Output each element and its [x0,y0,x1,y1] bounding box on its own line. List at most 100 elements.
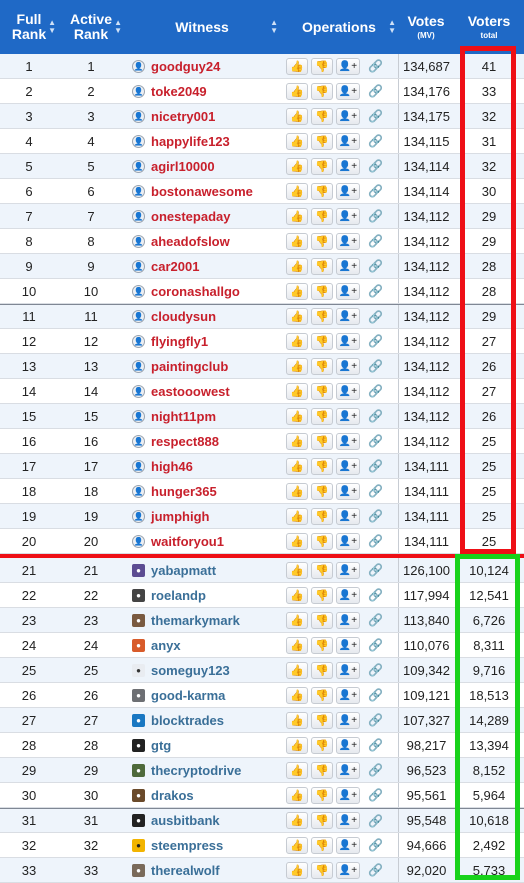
approve-button[interactable]: 👍 [286,507,308,525]
column-witness[interactable]: Witness ▲ ▼ [124,0,280,54]
witness-name-link[interactable]: respect888 [151,434,219,449]
unapprove-button[interactable]: 👎 [311,308,333,325]
witness-name-link[interactable]: yabapmatt [151,563,216,578]
approve-button[interactable]: 👍 [286,761,308,779]
witness-name-link[interactable]: ausbitbank [151,813,220,828]
link-icon[interactable]: 🔗 [368,713,383,727]
link-icon[interactable]: 🔗 [368,359,383,373]
proxy-button[interactable]: 👤+ [336,736,360,754]
approve-button[interactable]: 👍 [286,282,308,300]
approve-button[interactable]: 👍 [286,132,308,150]
unapprove-button[interactable]: 👎 [311,836,333,854]
approve-button[interactable]: 👍 [286,736,308,754]
witness-name-link[interactable]: someguy123 [151,663,230,678]
approve-button[interactable]: 👍 [286,157,308,175]
unapprove-button[interactable]: 👎 [311,736,333,754]
proxy-button[interactable]: 👤+ [336,457,360,475]
witness-name-link[interactable]: gtg [151,738,171,753]
proxy-button[interactable]: 👤+ [336,636,360,654]
link-icon[interactable]: 🔗 [368,84,383,98]
proxy-button[interactable]: 👤+ [336,432,360,450]
approve-button[interactable]: 👍 [286,107,308,125]
unapprove-button[interactable]: 👎 [311,82,333,100]
approve-button[interactable]: 👍 [286,182,308,200]
unapprove-button[interactable]: 👎 [311,711,333,729]
witness-name-link[interactable]: bostonawesome [151,184,253,199]
link-icon[interactable]: 🔗 [368,638,383,652]
sort-arrows-icon[interactable]: ▲ ▼ [114,19,122,35]
unapprove-button[interactable]: 👎 [311,661,333,679]
unapprove-button[interactable]: 👎 [311,507,333,525]
approve-button[interactable]: 👍 [286,457,308,475]
proxy-button[interactable]: 👤+ [336,207,360,225]
approve-button[interactable]: 👍 [286,207,308,225]
proxy-button[interactable]: 👤+ [336,661,360,679]
proxy-button[interactable]: 👤+ [336,532,360,550]
witness-name-link[interactable]: eastooowest [151,384,230,399]
unapprove-button[interactable]: 👎 [311,786,333,804]
link-icon[interactable]: 🔗 [368,738,383,752]
proxy-button[interactable]: 👤+ [336,507,360,525]
witness-name-link[interactable]: cloudysun [151,309,216,324]
unapprove-button[interactable]: 👎 [311,157,333,175]
unapprove-button[interactable]: 👎 [311,232,333,250]
unapprove-button[interactable]: 👎 [311,207,333,225]
proxy-button[interactable]: 👤+ [336,812,360,829]
witness-name-link[interactable]: nicetry001 [151,109,215,124]
proxy-button[interactable]: 👤+ [336,761,360,779]
approve-button[interactable]: 👍 [286,861,308,879]
link-icon[interactable]: 🔗 [368,838,383,852]
proxy-button[interactable]: 👤+ [336,332,360,350]
link-icon[interactable]: 🔗 [368,663,383,677]
proxy-button[interactable]: 👤+ [336,107,360,125]
proxy-button[interactable]: 👤+ [336,861,360,879]
unapprove-button[interactable]: 👎 [311,482,333,500]
link-icon[interactable]: 🔗 [368,509,383,523]
proxy-button[interactable]: 👤+ [336,382,360,400]
witness-name-link[interactable]: flyingfly1 [151,334,208,349]
approve-button[interactable]: 👍 [286,661,308,679]
link-icon[interactable]: 🔗 [368,459,383,473]
proxy-button[interactable]: 👤+ [336,132,360,150]
unapprove-button[interactable]: 👎 [311,432,333,450]
approve-button[interactable]: 👍 [286,711,308,729]
approve-button[interactable]: 👍 [286,786,308,804]
approve-button[interactable]: 👍 [286,611,308,629]
unapprove-button[interactable]: 👎 [311,686,333,704]
unapprove-button[interactable]: 👎 [311,107,333,125]
proxy-button[interactable]: 👤+ [336,711,360,729]
unapprove-button[interactable]: 👎 [311,636,333,654]
link-icon[interactable]: 🔗 [368,814,383,828]
link-icon[interactable]: 🔗 [368,184,383,198]
witness-name-link[interactable]: good-karma [151,688,225,703]
proxy-button[interactable]: 👤+ [336,357,360,375]
witness-name-link[interactable]: happylife123 [151,134,230,149]
approve-button[interactable]: 👍 [286,82,308,100]
link-icon[interactable]: 🔗 [368,234,383,248]
approve-button[interactable]: 👍 [286,812,308,829]
proxy-button[interactable]: 👤+ [336,786,360,804]
witness-name-link[interactable]: themarkymark [151,613,240,628]
approve-button[interactable]: 👍 [286,382,308,400]
witness-name-link[interactable]: high46 [151,459,193,474]
link-icon[interactable]: 🔗 [368,763,383,777]
witness-name-link[interactable]: blocktrades [151,713,224,728]
witness-name-link[interactable]: jumphigh [151,509,210,524]
proxy-button[interactable]: 👤+ [336,308,360,325]
link-icon[interactable]: 🔗 [368,434,383,448]
witness-name-link[interactable]: therealwolf [151,863,220,878]
unapprove-button[interactable]: 👎 [311,132,333,150]
sort-arrows-icon[interactable]: ▲ ▼ [48,19,56,35]
link-icon[interactable]: 🔗 [368,788,383,802]
witness-name-link[interactable]: toke2049 [151,84,207,99]
link-icon[interactable]: 🔗 [368,563,383,577]
proxy-button[interactable]: 👤+ [336,586,360,604]
witness-name-link[interactable]: car2001 [151,259,199,274]
unapprove-button[interactable]: 👎 [311,357,333,375]
link-icon[interactable]: 🔗 [368,534,383,548]
proxy-button[interactable]: 👤+ [336,182,360,200]
proxy-button[interactable]: 👤+ [336,561,360,579]
witness-name-link[interactable]: aheadofslow [151,234,230,249]
proxy-button[interactable]: 👤+ [336,482,360,500]
link-icon[interactable]: 🔗 [368,259,383,273]
